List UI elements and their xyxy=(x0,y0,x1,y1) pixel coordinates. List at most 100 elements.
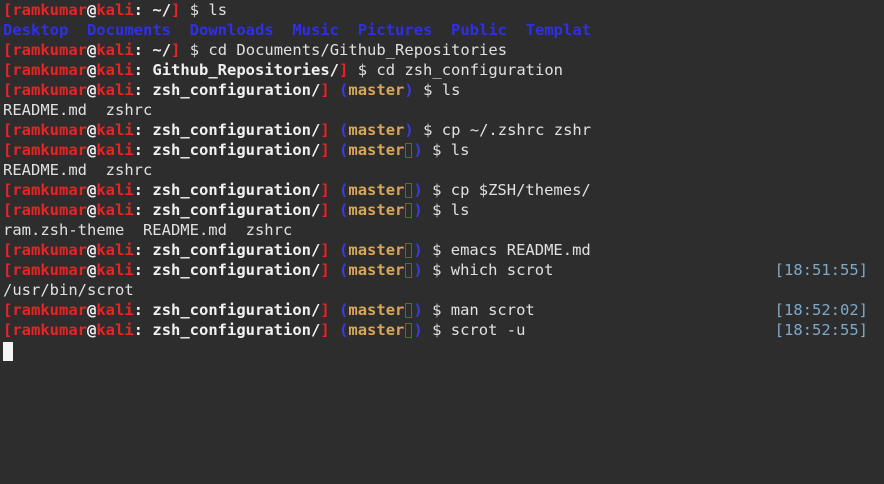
prompt-dollar: $ xyxy=(189,1,200,19)
prompt-close-bracket: ] xyxy=(320,261,330,279)
prompt-user: ramkumar xyxy=(12,1,87,19)
git-paren-open: ( xyxy=(339,201,349,219)
prompt-at: @ xyxy=(87,301,97,319)
output-line: README.md zshrc xyxy=(0,160,884,180)
git-branch: master xyxy=(348,121,405,139)
prompt-at: @ xyxy=(87,201,97,219)
prompt-open-bracket: [ xyxy=(3,261,13,279)
git-dirty-icon xyxy=(405,243,413,258)
prompt-at: @ xyxy=(87,181,97,199)
git-paren-open: ( xyxy=(339,141,349,159)
git-paren-close: ) xyxy=(413,261,423,279)
prompt-line: [ramkumar@kali: ~/] $ ls xyxy=(0,0,884,20)
prompt-at: @ xyxy=(87,81,97,99)
timestamp: [18:51:55] xyxy=(774,261,868,279)
git-paren-open: ( xyxy=(339,261,349,279)
prompt-path: zsh_configuration/ xyxy=(152,301,321,319)
output-text: README.md zshrc xyxy=(3,101,153,119)
prompt-host: kali xyxy=(96,201,134,219)
prompt-colon: : xyxy=(133,61,144,79)
prompt-close-bracket: ] xyxy=(171,1,181,19)
prompt-open-bracket: [ xyxy=(3,121,13,139)
git-branch: master xyxy=(348,81,405,99)
output-line: ram.zsh-theme README.md zshrc xyxy=(0,220,884,240)
prompt-open-bracket: [ xyxy=(3,301,13,319)
prompt-dollar: $ xyxy=(357,61,368,79)
git-dirty-icon xyxy=(405,143,413,158)
prompt-path: zsh_configuration/ xyxy=(152,181,321,199)
prompt-dollar: $ xyxy=(432,321,442,339)
prompt-user: ramkumar xyxy=(12,141,87,159)
prompt-at: @ xyxy=(87,321,97,339)
command-text: ls xyxy=(450,141,470,159)
git-paren-close: ) xyxy=(404,81,414,99)
prompt-colon: : xyxy=(133,261,144,279)
directory-entry: Pictures xyxy=(357,21,433,39)
git-paren-close: ) xyxy=(413,241,423,259)
prompt-open-bracket: [ xyxy=(3,241,13,259)
git-branch: master xyxy=(348,301,405,319)
prompt-dollar: $ xyxy=(432,181,442,199)
command-text: ls xyxy=(450,201,470,219)
prompt-user: ramkumar xyxy=(12,41,87,59)
prompt-open-bracket: [ xyxy=(3,1,13,19)
directory-entry: Documents xyxy=(87,21,171,39)
prompt-close-bracket: ] xyxy=(320,201,330,219)
command-text: cp ~/.zshrc zshr xyxy=(441,121,592,139)
prompt-user: ramkumar xyxy=(12,201,87,219)
prompt-at: @ xyxy=(87,41,97,59)
prompt-host: kali xyxy=(96,41,134,59)
prompt-path: zsh_configuration/ xyxy=(152,261,321,279)
prompt-host: kali xyxy=(96,321,134,339)
prompt-at: @ xyxy=(87,121,97,139)
prompt-open-bracket: [ xyxy=(3,201,13,219)
git-paren-open: ( xyxy=(339,321,349,339)
git-branch: master xyxy=(348,321,405,339)
prompt-dollar: $ xyxy=(432,301,442,319)
prompt-user: ramkumar xyxy=(12,261,87,279)
git-dirty-icon xyxy=(405,263,413,278)
prompt-path: zsh_configuration/ xyxy=(152,321,321,339)
git-branch: master xyxy=(348,201,405,219)
prompt-colon: : xyxy=(133,81,144,99)
git-paren-close: ) xyxy=(413,181,423,199)
prompt-user: ramkumar xyxy=(12,81,87,99)
terminal-window[interactable]: [ramkumar@kali: ~/] $ ls Desktop Document… xyxy=(0,0,884,484)
prompt-line: [ramkumar@kali: ~/] $ cd Documents/Githu… xyxy=(0,40,884,60)
command-text: cp $ZSH/themes/ xyxy=(450,181,591,199)
directory-entry: Templat xyxy=(525,21,592,39)
git-dirty-icon xyxy=(405,203,413,218)
prompt-open-bracket: [ xyxy=(3,141,13,159)
prompt-at: @ xyxy=(87,1,97,19)
prompt-at: @ xyxy=(87,141,97,159)
prompt-line: [ramkumar@kali: zsh_configuration/] (mas… xyxy=(0,300,884,320)
command-text: cd zsh_configuration xyxy=(376,61,564,79)
command-text: cd Documents/Github_Repositories xyxy=(208,41,508,59)
prompt-colon: : xyxy=(133,201,144,219)
input-line[interactable] xyxy=(0,340,884,361)
prompt-dollar: $ xyxy=(432,141,442,159)
prompt-path: ~/ xyxy=(152,1,172,19)
prompt-dollar: $ xyxy=(432,201,442,219)
prompt-close-bracket: ] xyxy=(320,121,330,139)
prompt-colon: : xyxy=(133,181,144,199)
prompt-line: [ramkumar@kali: zsh_configuration/] (mas… xyxy=(0,180,884,200)
prompt-close-bracket: ] xyxy=(320,141,330,159)
git-paren-close: ) xyxy=(413,201,423,219)
prompt-close-bracket: ] xyxy=(320,81,330,99)
command-text: which scrot xyxy=(450,261,554,279)
directory-entry: Downloads xyxy=(189,21,274,39)
prompt-path: zsh_configuration/ xyxy=(152,201,321,219)
prompt-user: ramkumar xyxy=(12,61,87,79)
directory-entry: Music xyxy=(292,21,340,39)
prompt-close-bracket: ] xyxy=(320,301,330,319)
git-dirty-icon xyxy=(405,303,413,318)
prompt-close-bracket: ] xyxy=(171,41,181,59)
command-text: scrot -u xyxy=(450,321,526,339)
prompt-colon: : xyxy=(133,41,144,59)
output-line: /usr/bin/scrot xyxy=(0,280,884,300)
git-branch: master xyxy=(348,141,405,159)
command-text: man scrot xyxy=(450,301,535,319)
prompt-dollar: $ xyxy=(432,261,442,279)
git-dirty-icon xyxy=(405,323,413,338)
